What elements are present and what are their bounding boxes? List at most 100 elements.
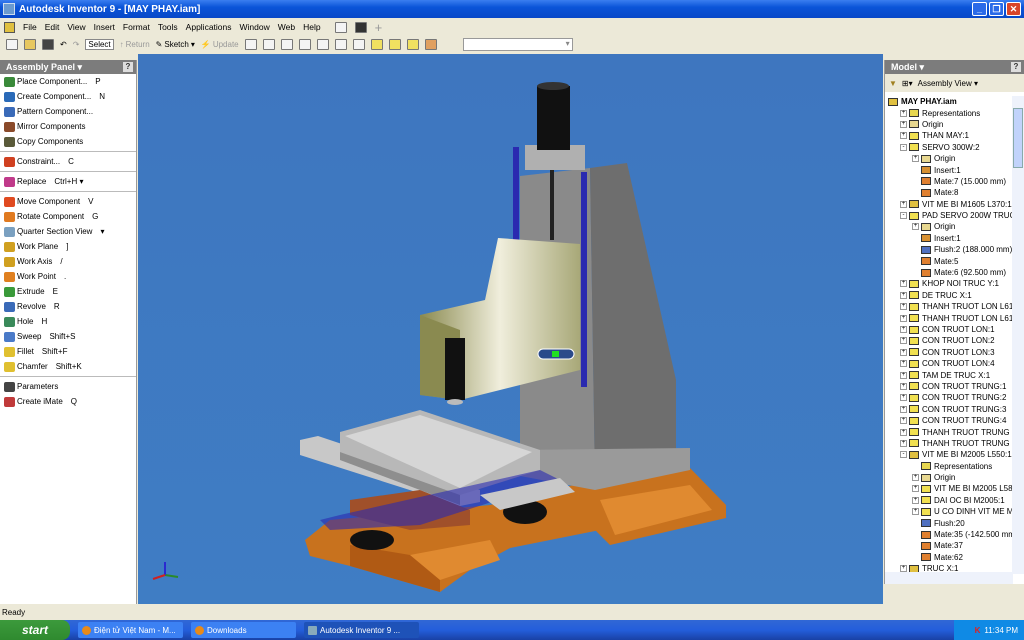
expand-icon[interactable]: + <box>900 326 907 333</box>
panel-item-copy-components[interactable]: Copy Components <box>0 134 136 149</box>
expand-icon[interactable]: + <box>900 371 907 379</box>
plus-icon[interactable]: + <box>375 20 383 35</box>
expand-icon[interactable]: + <box>912 508 919 516</box>
collapse-icon[interactable]: - <box>900 212 907 220</box>
tree-node[interactable]: + VIT ME BI M2005 L580:1 <box>885 483 1013 494</box>
collapse-icon[interactable]: - <box>900 143 907 151</box>
hierarchy-icon[interactable] <box>424 39 437 50</box>
panel-item-extrude[interactable]: Extrude E <box>0 284 136 299</box>
tree-node[interactable]: Mate:62 <box>885 552 1013 563</box>
menu-tools[interactable]: Tools <box>158 22 178 32</box>
panel-item-quarter-section-view[interactable]: Quarter Section View ▾ <box>0 224 136 239</box>
expand-icon[interactable]: + <box>900 439 907 447</box>
tree-node[interactable]: Insert:1 <box>885 164 1013 175</box>
open-icon[interactable] <box>24 39 36 50</box>
panel-item-create-component[interactable]: Create Component... N <box>0 89 136 104</box>
milling-machine-model[interactable] <box>138 54 883 604</box>
panel-item-move-component[interactable]: Move Component V <box>0 194 136 209</box>
new-icon[interactable] <box>6 39 18 50</box>
vertical-scrollbar[interactable] <box>1012 96 1024 574</box>
expand-icon[interactable]: + <box>900 405 907 413</box>
tree-node[interactable]: + THAN MAY:1 <box>885 130 1013 141</box>
shading-icon[interactable] <box>388 39 401 50</box>
panel-item-mirror-components[interactable]: Mirror Components <box>0 119 136 134</box>
tree-node[interactable]: Mate:37 <box>885 540 1013 551</box>
tree-node[interactable]: - VIT ME BI M2005 L550:1 <box>885 449 1013 460</box>
redo-icon[interactable]: ↷ <box>73 40 80 49</box>
panel-item-work-axis[interactable]: Work Axis / <box>0 254 136 269</box>
panel-item-create-imate[interactable]: Create iMate Q <box>0 394 136 409</box>
tree-node[interactable]: + DE TRUC X:1 <box>885 290 1013 301</box>
save-icon[interactable] <box>42 39 54 50</box>
tree-node[interactable]: + CON TRUOT TRUNG:3 <box>885 404 1013 415</box>
color-combo[interactable] <box>462 38 573 51</box>
tree-node[interactable]: + Origin <box>885 153 1013 164</box>
maximize-button[interactable]: ❐ <box>989 2 1004 16</box>
panel-item-place-component[interactable]: Place Component... P <box>0 74 136 89</box>
panel-item-sweep[interactable]: Sweep Shift+S <box>0 329 136 344</box>
tree-node[interactable]: + Origin <box>885 119 1013 130</box>
expand-icon[interactable]: + <box>900 303 907 311</box>
menu-help[interactable]: Help <box>303 22 320 32</box>
tree-node[interactable]: + Representations <box>885 107 1013 118</box>
tree-node[interactable]: + CON TRUOT LON:4 <box>885 358 1013 369</box>
panel-item-fillet[interactable]: Fillet Shift+F <box>0 344 136 359</box>
minimize-button[interactable]: _ <box>972 2 987 16</box>
tree-node[interactable]: MAY PHAY.iam <box>885 96 1013 107</box>
tree-node[interactable]: Insert:1 <box>885 233 1013 244</box>
assembly-panel-header[interactable]: Assembly Panel ▾? <box>0 60 136 74</box>
panel-item-rotate-component[interactable]: Rotate Component G <box>0 209 136 224</box>
display-mode-icon[interactable] <box>370 39 383 50</box>
panel-item-chamfer[interactable]: Chamfer Shift+K <box>0 359 136 374</box>
expand-icon[interactable]: + <box>900 109 907 117</box>
tree-node[interactable]: + CON TRUOT LON:1 <box>885 324 1013 335</box>
expand-icon[interactable]: + <box>912 223 919 231</box>
tree-node[interactable]: + CON TRUOT LON:2 <box>885 335 1013 346</box>
zoom-all-icon[interactable] <box>244 39 257 50</box>
expand-icon[interactable]: ⊞▾ <box>902 79 913 88</box>
expand-icon[interactable]: + <box>900 360 907 368</box>
menu-view[interactable]: View <box>67 22 85 32</box>
tree-node[interactable]: + CON TRUOT LON:3 <box>885 347 1013 358</box>
panel-item-parameters[interactable]: Parameters <box>0 379 136 394</box>
panel-item-hole[interactable]: Hole H <box>0 314 136 329</box>
menu-file[interactable]: File <box>23 22 37 32</box>
expand-icon[interactable]: + <box>900 200 907 208</box>
filter-icon[interactable]: ▼ <box>889 79 897 88</box>
panel-item-pattern-component[interactable]: Pattern Component... <box>0 104 136 119</box>
pan-icon[interactable] <box>298 39 311 50</box>
task-browser-dientu[interactable]: Điện tử Việt Nam - M... <box>78 622 183 638</box>
menu-window[interactable]: Window <box>240 22 270 32</box>
expand-icon[interactable]: + <box>912 485 919 493</box>
tree-node[interactable]: + THANH TRUOT TRUNG L760 <box>885 426 1013 437</box>
expand-icon[interactable]: + <box>900 314 907 322</box>
panel-item-replace[interactable]: Replace Ctrl+H ▾ <box>0 174 136 189</box>
tree-node[interactable]: + THANH TRUOT LON L610:1 <box>885 301 1013 312</box>
task-downloads[interactable]: Downloads <box>191 622 296 638</box>
panel-item-work-plane[interactable]: Work Plane] <box>0 239 136 254</box>
expand-icon[interactable]: + <box>912 474 919 482</box>
task-inventor[interactable]: Autodesk Inventor 9 ... <box>304 622 419 638</box>
expand-icon[interactable]: + <box>900 417 907 425</box>
zoom-window-icon[interactable] <box>262 39 275 50</box>
tree-node[interactable]: + U CO DINH VIT ME M200 <box>885 506 1013 517</box>
help-icon[interactable]: ? <box>123 62 133 72</box>
tree-node[interactable]: + THANH TRUOT LON L610:2 <box>885 312 1013 323</box>
tree-node[interactable]: - SERVO 300W:2 <box>885 142 1013 153</box>
tree-node[interactable]: + CON TRUOT TRUNG:4 <box>885 415 1013 426</box>
menu-edit[interactable]: Edit <box>45 22 60 32</box>
move-widget[interactable] <box>537 348 575 360</box>
sketch-button[interactable]: ✎ Sketch ▾ <box>156 40 195 49</box>
return-button[interactable]: ↑ Return <box>120 40 150 49</box>
menu-applications[interactable]: Applications <box>186 22 232 32</box>
horizontal-scrollbar[interactable] <box>885 572 1013 584</box>
tree-node[interactable]: Mate:6 (92.500 mm) <box>885 267 1013 278</box>
calculator-icon[interactable] <box>354 21 367 33</box>
scroll-thumb[interactable] <box>1013 108 1023 168</box>
tree-node[interactable]: Mate:35 (-142.500 mm) <box>885 529 1013 540</box>
tree-node[interactable]: Mate:5 <box>885 255 1013 266</box>
menu-format[interactable]: Format <box>123 22 150 32</box>
zoom-icon[interactable] <box>280 39 293 50</box>
select-button[interactable]: Select <box>85 39 114 50</box>
expand-icon[interactable]: + <box>900 348 907 356</box>
